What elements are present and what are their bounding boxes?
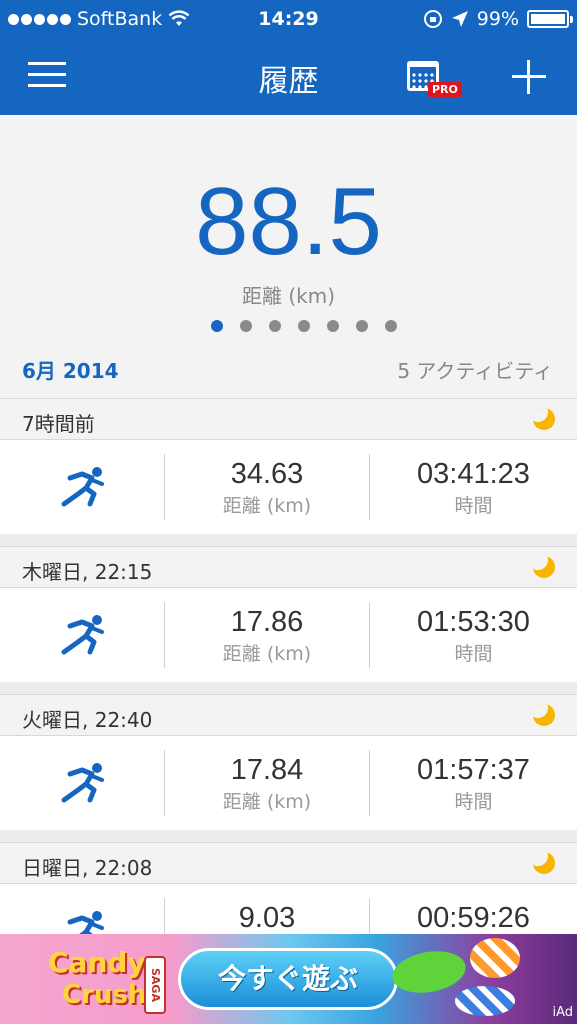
distance-value: 34.63 <box>230 458 304 490</box>
month-label: 6月 2014 <box>22 359 119 383</box>
activity-date-header: 日曜日, 22:08 <box>0 842 577 884</box>
duration-label: 時間 <box>454 643 493 665</box>
page-dot[interactable] <box>240 320 252 332</box>
moon-icon <box>533 408 555 430</box>
duration-cell: 01:57:37 時間 <box>370 754 577 814</box>
distance-label: 距離 (km) <box>222 791 312 813</box>
moon-icon <box>533 852 555 874</box>
battery-fill <box>531 14 565 24</box>
activity-date-header: 火曜日, 22:40 <box>0 694 577 736</box>
distance-label: 距離 (km) <box>222 643 312 665</box>
distance-value: 9.03 <box>238 902 296 934</box>
page-indicator[interactable] <box>211 320 397 332</box>
activity-date-header: 木曜日, 22:15 <box>0 546 577 588</box>
distance-value: 17.86 <box>230 606 304 638</box>
add-activity-icon[interactable] <box>512 60 546 94</box>
activity-row[interactable]: 17.84 距離 (km) 01:57:37 時間 <box>0 736 577 830</box>
status-bar: SoftBank 14:29 99% <box>0 0 577 38</box>
activity-date: 火曜日, 22:40 <box>22 708 153 732</box>
duration-label: 時間 <box>454 791 493 813</box>
battery-percent: 99% <box>476 8 519 30</box>
status-right: 99% <box>423 8 573 30</box>
page-dot[interactable] <box>211 320 223 332</box>
duration-cell: 01:53:30 時間 <box>370 606 577 666</box>
app-header: SoftBank 14:29 99% 履歴 PRO <box>0 0 577 115</box>
page-dot[interactable] <box>269 320 281 332</box>
distance-cell: 34.63 距離 (km) <box>165 458 369 518</box>
activity-row[interactable]: 34.63 距離 (km) 03:41:23 時間 <box>0 440 577 534</box>
calendar-icon[interactable]: PRO <box>404 58 462 98</box>
activity-row[interactable]: 17.86 距離 (km) 01:53:30 時間 <box>0 588 577 682</box>
location-icon <box>451 11 468 27</box>
ad-logo: Candy Crush SAGA <box>40 942 180 1018</box>
distance-cell: 17.86 距離 (km) <box>165 606 369 666</box>
page-title: 履歴 <box>258 64 319 99</box>
page-dot[interactable] <box>385 320 397 332</box>
activity-date: 日曜日, 22:08 <box>22 856 153 880</box>
distance-value: 17.84 <box>230 754 304 786</box>
distance-label: 距離 (km) <box>222 495 312 517</box>
duration-value: 00:59:26 <box>417 902 530 934</box>
activity-date-header: 7時間前 <box>0 398 577 440</box>
ad-cta-button[interactable]: 今すぐ遊ぶ <box>178 948 398 1010</box>
activity-count: 5 アクティビティ <box>397 359 553 383</box>
page-dot[interactable] <box>327 320 339 332</box>
duration-value: 03:41:23 <box>417 458 530 490</box>
duration-label: 時間 <box>454 495 493 517</box>
total-distance-value: 88.5 <box>195 168 382 275</box>
ad-brand-tag: SAGA <box>144 956 166 1014</box>
pro-badge: PRO <box>428 82 462 97</box>
running-icon <box>60 464 110 510</box>
striped-candy-icon <box>455 986 515 1016</box>
candy-fish-icon <box>389 945 469 999</box>
running-icon <box>60 760 110 806</box>
nav-bar: 履歴 PRO <box>0 38 577 115</box>
duration-value: 01:57:37 <box>417 754 530 786</box>
moon-icon <box>533 704 555 726</box>
ad-banner[interactable]: Candy Crush SAGA 今すぐ遊ぶ iAd <box>0 934 577 1024</box>
page-dot[interactable] <box>298 320 310 332</box>
distance-cell: 17.84 距離 (km) <box>165 754 369 814</box>
moon-icon <box>533 556 555 578</box>
ad-brand-line1: Candy <box>48 946 146 979</box>
summary-panel[interactable]: 88.5 距離 (km) 6月 2014 5 アクティビティ <box>0 115 577 398</box>
duration-cell: 03:41:23 時間 <box>370 458 577 518</box>
ad-provider-label: iAd <box>552 1005 573 1020</box>
activity-date: 木曜日, 22:15 <box>22 560 153 584</box>
page-dot[interactable] <box>356 320 368 332</box>
ad-brand-line2: Crush <box>62 980 147 1010</box>
running-icon <box>60 612 110 658</box>
striped-candy-icon <box>470 938 520 978</box>
total-distance-label: 距離 (km) <box>241 284 336 308</box>
duration-value: 01:53:30 <box>417 606 530 638</box>
activity-date: 7時間前 <box>22 412 95 436</box>
activity-list: 7時間前 34.63 距離 (km) 03:41:23 時間 木曜日, 22:15 17.8… <box>0 398 577 978</box>
battery-icon <box>527 10 573 28</box>
rotation-lock-icon <box>423 10 442 28</box>
